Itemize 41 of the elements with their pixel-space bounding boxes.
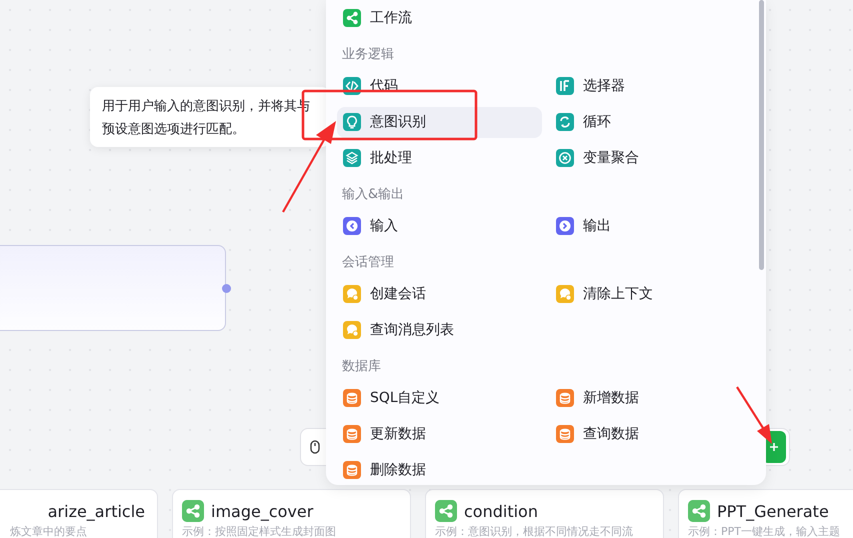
- menu-item[interactable]: 清除上下文: [550, 278, 755, 310]
- template-description: 炼文章中的要点: [9, 525, 88, 538]
- menu-item[interactable]: 选择器: [550, 70, 755, 102]
- menu-item[interactable]: 更新数据: [337, 418, 542, 450]
- menu-item[interactable]: 意图识别: [337, 106, 542, 138]
- nodes-icon: [182, 500, 204, 522]
- template-card[interactable]: arize_article 炼文章中的要点: [0, 489, 158, 538]
- template-title: PPT_Generate: [717, 502, 829, 520]
- template-card[interactable]: condition 示例：意图识别，根据不同情况走不同流: [425, 489, 664, 538]
- menu-item[interactable]: 输入: [337, 210, 542, 242]
- section-heading: 输入&输出: [341, 186, 406, 204]
- menu-item[interactable]: 批处理: [337, 142, 542, 174]
- template-title: image_cover: [211, 502, 314, 520]
- template-card[interactable]: image_cover 示例：按照固定样式生成封面图: [172, 489, 411, 538]
- template-description: 示例：PPT一键生成，输入主题: [688, 525, 841, 538]
- section-heading: 业务逻辑: [341, 46, 395, 64]
- scrollbar-thumb[interactable]: [759, 0, 764, 270]
- menu-item[interactable]: 查询消息列表: [337, 314, 542, 346]
- plus-icon: [769, 442, 779, 452]
- template-title: condition: [464, 502, 538, 520]
- section-heading: 数据库: [341, 358, 382, 376]
- template-title: arize_article: [48, 502, 145, 520]
- nodes-icon: [688, 500, 710, 522]
- nodes-icon: [435, 500, 457, 522]
- template-description: 示例：意图识别，根据不同情况走不同流: [435, 525, 634, 538]
- menu-item[interactable]: 输出: [550, 210, 755, 242]
- menu-item[interactable]: 新增数据: [550, 382, 755, 414]
- menu-item[interactable]: 循环: [550, 106, 755, 138]
- menu-item[interactable]: 删除数据: [337, 454, 542, 485]
- mouse-icon[interactable]: [310, 440, 320, 454]
- section-heading: 会话管理: [341, 254, 395, 272]
- menu-item[interactable]: SQL自定义: [337, 382, 542, 414]
- template-card[interactable]: PPT_Generate 示例：PPT一键生成，输入主题: [678, 489, 853, 538]
- menu-item[interactable]: 创建会话: [337, 278, 542, 310]
- menu-item[interactable]: 查询数据: [550, 418, 755, 450]
- template-description: 示例：按照固定样式生成封面图: [182, 525, 337, 538]
- workflow-node-card[interactable]: [0, 245, 226, 331]
- pointer-arrow: [736, 386, 772, 444]
- menu-item[interactable]: 变量聚合: [550, 142, 755, 174]
- connection-port[interactable]: [222, 284, 231, 293]
- menu-item[interactable]: 工作流: [337, 2, 542, 34]
